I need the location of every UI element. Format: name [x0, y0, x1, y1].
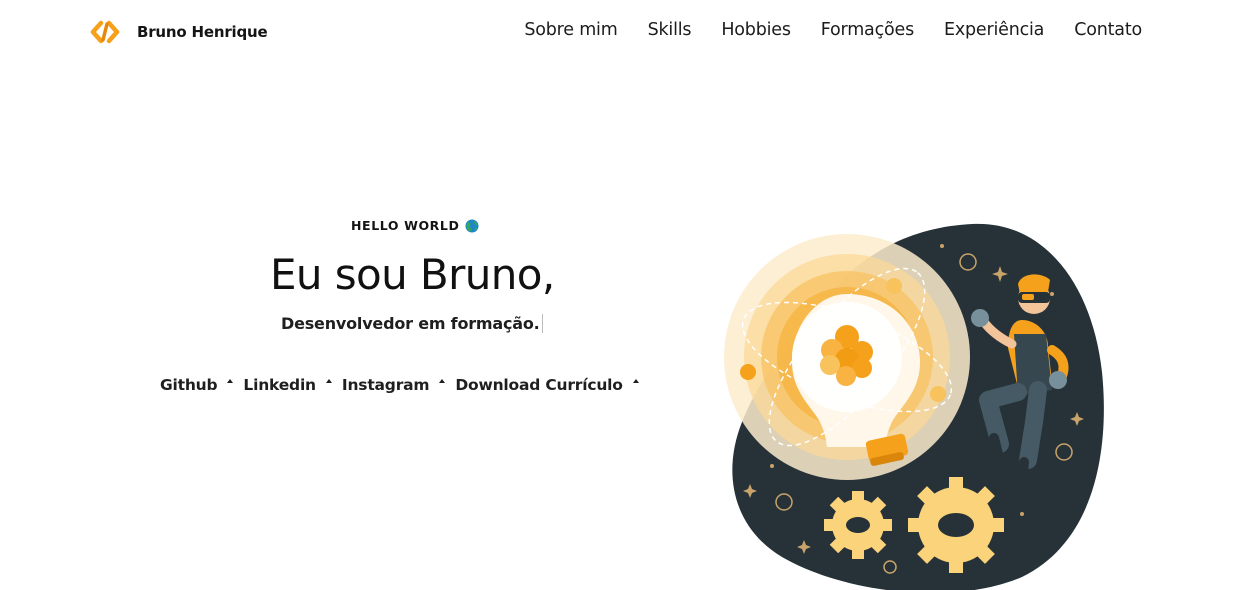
link-linkedin[interactable]: Linkedin — [243, 376, 316, 394]
hero-subtitle: Desenvolvedor em formação. — [281, 314, 540, 333]
eyebrow-text: HELLO WORLD — [351, 218, 460, 233]
lightbulb-astronaut-illustration — [724, 223, 1104, 590]
link-github[interactable]: Github — [160, 376, 218, 394]
link-instagram[interactable]: Instagram — [342, 376, 430, 394]
link-separator-icon — [439, 379, 446, 383]
link-separator-icon — [325, 379, 332, 383]
hero-title: Eu sou Bruno, — [270, 250, 555, 299]
link-download-curriculo[interactable]: Download Currículo — [455, 376, 623, 394]
gear-small — [824, 491, 892, 559]
hero-eyebrow: HELLO WORLD — [351, 218, 479, 233]
hero-section: HELLO WORLD Eu sou Bruno, Desenvolvedor … — [0, 0, 776, 590]
nav-link-formacoes[interactable]: Formações — [821, 20, 914, 40]
typing-caret — [541, 314, 543, 333]
link-separator-icon — [632, 379, 639, 383]
gear-large — [908, 477, 1004, 573]
orbit-dot — [740, 364, 756, 380]
orbit-dot — [886, 278, 902, 294]
nav-link-experiencia[interactable]: Experiência — [944, 20, 1044, 40]
orbit-dot — [930, 386, 946, 402]
link-separator-icon — [227, 379, 234, 383]
hero-subtitle-wrap: Desenvolvedor em formação. — [281, 314, 543, 333]
social-links: Github Linkedin Instagram Download Currí… — [160, 376, 649, 394]
nav-link-contato[interactable]: Contato — [1074, 20, 1142, 40]
globe-icon — [465, 219, 479, 232]
